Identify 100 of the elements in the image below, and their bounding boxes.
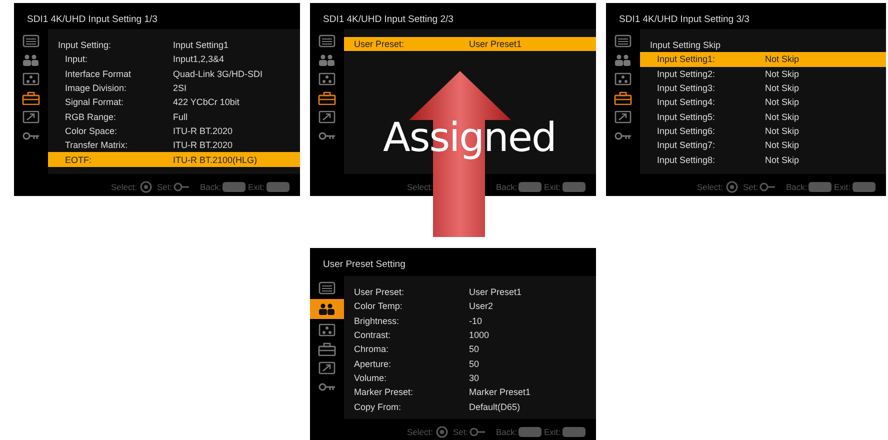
- back-key-icon: [518, 181, 542, 193]
- back-key-icon: [808, 181, 832, 193]
- setting-label: RGB Range:: [64, 112, 118, 122]
- toolbox-icon: [318, 91, 336, 105]
- setting-value: Full: [173, 112, 188, 122]
- arrow-box-icon: [318, 361, 336, 375]
- setting-value: ITU-R BT.2100(HLG): [173, 154, 258, 165]
- setting-value: 30: [469, 372, 480, 383]
- setting-label: Input Setting1:: [656, 54, 716, 64]
- people-icon: [318, 302, 336, 316]
- hint-label: Back:: [496, 427, 518, 437]
- setting-value: 2SI: [173, 83, 187, 94]
- exit-key-icon: [266, 181, 290, 193]
- arrow-box-icon: [22, 110, 40, 124]
- setting-label: Input Setting Skip: [649, 40, 722, 50]
- network-icon: [614, 72, 632, 86]
- screen-title: User Preset Setting: [322, 258, 406, 270]
- menu-tab[interactable]: [316, 280, 338, 296]
- setting-label: Input Setting:: [57, 40, 112, 50]
- list-icon: [614, 34, 632, 48]
- setting-value: Not Skip: [765, 112, 800, 122]
- highlighted-row[interactable]: EOTF: ITU-R BT.2100(HLG): [48, 152, 300, 167]
- people-icon: [22, 53, 40, 67]
- menu-tab[interactable]: [20, 90, 42, 106]
- menu-tab[interactable]: [316, 341, 338, 357]
- setting-value: Input1,2,3&4: [173, 54, 224, 64]
- setting-label: Volume:: [353, 372, 388, 383]
- setting-label: Input Setting3:: [656, 83, 716, 94]
- setting-label: Input Setting5:: [656, 112, 716, 122]
- screen-title: SDI1 4K/UHD Input Setting 3/3: [618, 13, 750, 23]
- hint-label: Select:: [407, 182, 433, 192]
- setting-value: Not Skip: [765, 83, 800, 94]
- menu-tab[interactable]: [316, 360, 338, 376]
- key-button-icon: [173, 181, 190, 193]
- menu-tab[interactable]: [316, 322, 338, 338]
- highlighted-row[interactable]: User Preset: User Preset1: [344, 37, 596, 52]
- setting-label: Input Setting4:: [656, 97, 716, 108]
- menu-tab[interactable]: [316, 109, 338, 125]
- setting-value: User2: [469, 301, 494, 312]
- setting-label: Copy From:: [353, 402, 402, 412]
- hint-label: Back:: [496, 182, 518, 192]
- hint-label: Exit:: [544, 427, 561, 437]
- people-icon: [318, 53, 336, 67]
- setting-label: Color Temp:: [353, 301, 404, 312]
- menu-tab[interactable]: [612, 109, 634, 125]
- key-button-icon: [759, 181, 776, 193]
- setting-value: Default(D65): [469, 402, 520, 412]
- setting-label: Input Setting2:: [656, 68, 716, 79]
- hint-label: Back:: [200, 182, 222, 192]
- setting-value: User Preset1: [469, 287, 522, 298]
- setting-label: Input Setting6:: [656, 126, 716, 136]
- menu-tab[interactable]: [20, 33, 42, 49]
- setting-value: Not Skip: [765, 97, 800, 108]
- menu-tab[interactable]: [612, 71, 634, 87]
- setting-label: Marker Preset:: [353, 387, 414, 398]
- setting-label: Image Division:: [64, 83, 128, 94]
- hint-label: Exit:: [834, 182, 851, 192]
- exit-key-icon: [852, 181, 876, 193]
- menu-tab[interactable]: [612, 33, 634, 49]
- menu-tab[interactable]: [20, 109, 42, 125]
- setting-label: Chroma:: [353, 344, 390, 354]
- setting-label: Aperture:: [353, 358, 392, 369]
- setting-value: ITU-R BT.2020: [173, 140, 233, 150]
- setting-label: Input Setting7:: [656, 140, 716, 150]
- select-button-icon: [434, 426, 450, 438]
- toolbox-icon: [318, 342, 336, 356]
- menu-tab[interactable]: [316, 33, 338, 49]
- hint-label: Set:: [743, 182, 758, 192]
- hint-label: Set:: [157, 182, 172, 192]
- menu-tab[interactable]: [316, 90, 338, 106]
- network-icon: [318, 72, 336, 86]
- setting-value: Not Skip: [765, 68, 800, 79]
- setting-label: User Preset:: [353, 287, 406, 298]
- setting-value: 50: [469, 358, 480, 369]
- toolbox-icon: [22, 91, 40, 105]
- menu-tab[interactable]: [310, 299, 344, 319]
- key-button-icon: [469, 426, 486, 438]
- setting-value: ITU-R BT.2020: [173, 126, 233, 136]
- setting-value: Not Skip: [765, 54, 800, 64]
- setting-label: User Preset:: [353, 39, 406, 50]
- menu-tab[interactable]: [20, 71, 42, 87]
- arrow-box-icon: [318, 110, 336, 124]
- highlighted-row[interactable]: Input Setting1: Not Skip: [640, 52, 886, 67]
- hint-label: Set:: [453, 427, 468, 437]
- exit-key-icon: [562, 181, 586, 193]
- setting-label: Transfer Matrix:: [64, 140, 129, 150]
- list-icon: [22, 34, 40, 48]
- setting-label: Brightness:: [353, 316, 400, 326]
- toolbox-icon: [614, 91, 632, 105]
- setting-label: Input:: [64, 54, 89, 64]
- network-icon: [318, 323, 336, 337]
- list-icon: [318, 281, 336, 295]
- menu-tab[interactable]: [612, 90, 634, 106]
- screen-title: SDI1 4K/UHD Input Setting 2/3: [322, 13, 454, 23]
- network-icon: [22, 72, 40, 86]
- setting-label: Signal Format:: [64, 97, 125, 108]
- setting-value: Not Skip: [765, 140, 800, 150]
- menu-tab[interactable]: [316, 71, 338, 87]
- back-key-icon: [518, 426, 542, 438]
- hint-label: Select:: [407, 427, 433, 437]
